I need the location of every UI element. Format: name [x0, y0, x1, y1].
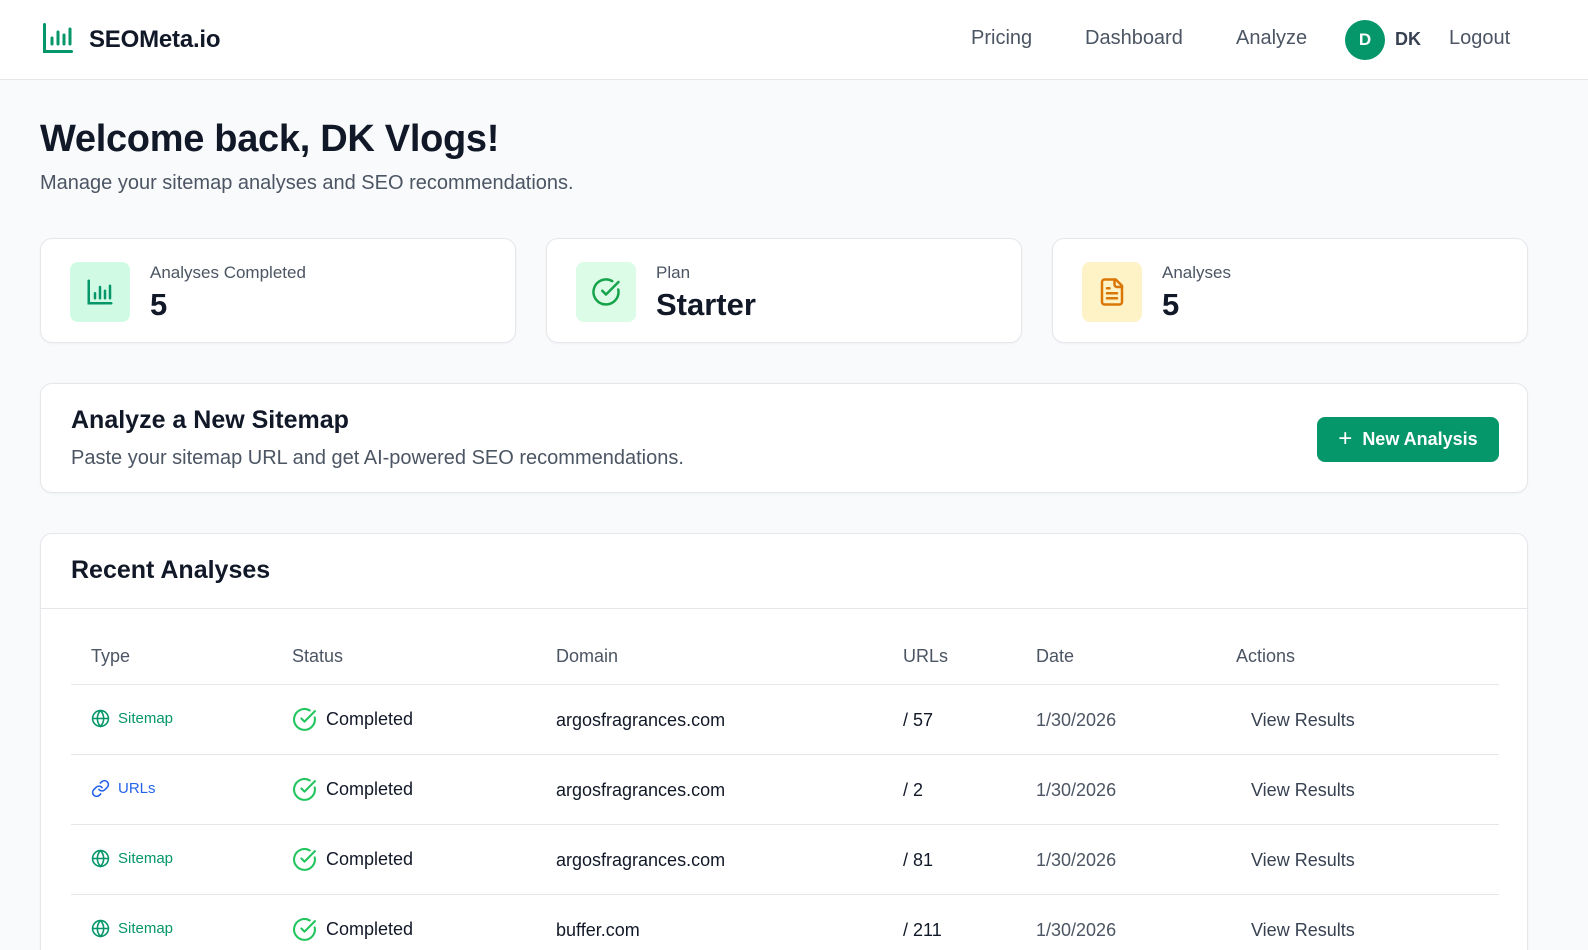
check-circle-icon — [293, 778, 316, 801]
new-analysis-button[interactable]: + New Analysis — [1317, 417, 1499, 462]
page-title: Welcome back, DK Vlogs! — [40, 118, 500, 160]
stat-label: Analyses Completed — [150, 263, 306, 282]
globe-icon — [91, 849, 110, 868]
type-cell: URLs — [91, 779, 156, 798]
status-label: Completed — [326, 779, 414, 799]
new-analysis-label: New Analysis — [1362, 429, 1478, 449]
avatar[interactable]: D — [1345, 20, 1385, 60]
divider — [41, 608, 1527, 609]
status-label: Completed — [326, 849, 414, 869]
date-cell: 1/30/2026 — [1036, 710, 1117, 730]
status-label: Completed — [326, 919, 414, 939]
stat-card-analyses-completed: Analyses Completed 5 — [40, 238, 516, 343]
nav-analyze-link[interactable]: Analyze — [1236, 27, 1307, 50]
view-results-link[interactable]: View Results — [1251, 850, 1355, 871]
user-initials[interactable]: DK — [1395, 29, 1421, 50]
view-results-link[interactable]: View Results — [1251, 710, 1355, 731]
table-row: Sitemap Completed buffer.com / 211 1/30/… — [71, 895, 1499, 950]
domain-cell: argosfragrances.com — [556, 780, 726, 800]
check-circle-icon — [293, 708, 316, 731]
column-header-domain: Domain — [556, 646, 619, 666]
globe-icon — [91, 919, 110, 938]
check-circle-icon — [576, 262, 636, 322]
table-row: URLs Completed argosfragrances.com / 2 1… — [71, 755, 1499, 825]
table-row: Sitemap Completed argosfragrances.com / … — [71, 685, 1499, 755]
stat-value: Starter — [656, 287, 756, 322]
globe-icon — [91, 709, 110, 728]
nav-dashboard-link[interactable]: Dashboard — [1085, 27, 1183, 50]
view-results-link[interactable]: View Results — [1251, 780, 1355, 801]
date-cell: 1/30/2026 — [1036, 920, 1117, 940]
brand-logo[interactable]: SEOMeta.io — [40, 20, 221, 61]
logout-link[interactable]: Logout — [1449, 27, 1510, 50]
column-header-status: Status — [292, 646, 344, 666]
plus-icon: + — [1338, 424, 1353, 452]
check-circle-icon — [293, 848, 316, 871]
column-header-date: Date — [1036, 646, 1075, 666]
stat-label: Analyses — [1162, 263, 1231, 282]
date-cell: 1/30/2026 — [1036, 780, 1117, 800]
column-header-type: Type — [91, 646, 131, 666]
stat-label: Plan — [656, 263, 691, 282]
domain-cell: argosfragrances.com — [556, 850, 726, 870]
bar-chart-icon — [40, 20, 76, 61]
brand-name: SEOMeta.io — [89, 26, 221, 53]
check-circle-icon — [293, 918, 316, 941]
domain-cell: buffer.com — [556, 920, 640, 940]
recent-analyses-panel: Recent Analyses Type Status Domain URLs … — [40, 533, 1528, 950]
recent-title: Recent Analyses — [71, 556, 271, 584]
type-label: URLs — [118, 780, 156, 797]
status-cell: Completed — [292, 707, 413, 732]
page-subtitle: Manage your sitemap analyses and SEO rec… — [40, 172, 574, 194]
column-header-actions: Actions — [1236, 646, 1296, 666]
urls-cell: / 81 — [903, 850, 934, 870]
stat-value: 5 — [1162, 287, 1180, 322]
type-label: Sitemap — [118, 920, 174, 937]
type-cell: Sitemap — [91, 919, 173, 938]
urls-cell: / 2 — [903, 780, 924, 800]
nav-pricing-link[interactable]: Pricing — [971, 27, 1032, 50]
date-cell: 1/30/2026 — [1036, 850, 1117, 870]
document-icon — [1082, 262, 1142, 322]
type-label: Sitemap — [118, 850, 174, 867]
bar-chart-icon — [70, 262, 130, 322]
stat-value: 5 — [150, 287, 168, 322]
status-cell: Completed — [292, 777, 413, 802]
view-results-link[interactable]: View Results — [1251, 920, 1355, 941]
urls-cell: / 57 — [903, 710, 934, 730]
status-cell: Completed — [292, 847, 413, 872]
type-cell: Sitemap — [91, 849, 173, 868]
link-icon — [91, 779, 110, 798]
stat-card-analyses: Analyses 5 — [1052, 238, 1528, 343]
domain-cell: argosfragrances.com — [556, 710, 726, 730]
type-label: Sitemap — [118, 710, 174, 727]
top-navbar: SEOMeta.io Pricing Dashboard Analyze D D… — [0, 0, 1588, 80]
status-label: Completed — [326, 709, 414, 729]
analyze-new-sitemap-panel: Analyze a New Sitemap Paste your sitemap… — [40, 383, 1528, 493]
stat-card-plan: Plan Starter — [546, 238, 1022, 343]
column-header-urls: URLs — [903, 646, 949, 666]
status-cell: Completed — [292, 917, 413, 942]
type-cell: Sitemap — [91, 709, 173, 728]
analyze-title: Analyze a New Sitemap — [71, 406, 349, 434]
urls-cell: / 211 — [903, 920, 942, 940]
table-row: Sitemap Completed argosfragrances.com / … — [71, 825, 1499, 895]
analyze-subtitle: Paste your sitemap URL and get AI-powere… — [71, 447, 684, 469]
